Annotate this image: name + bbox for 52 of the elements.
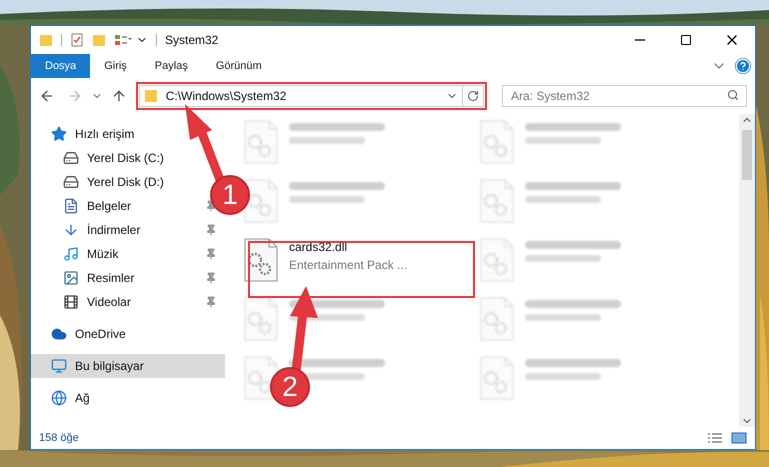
- nav-item[interactable]: Yerel Disk (D:): [31, 170, 172, 194]
- nav-icon: [51, 390, 67, 406]
- nav-icon: [63, 150, 79, 166]
- file-item[interactable]: cards32.dll Entertainment Pack ...: [243, 238, 408, 282]
- view-icon[interactable]: [114, 33, 132, 47]
- file-type: Entertainment Pack ...: [289, 257, 408, 274]
- nav-icon: [63, 222, 79, 238]
- maximize-icon[interactable]: [680, 34, 692, 46]
- nav-item[interactable]: Hızlı erişim: [31, 122, 142, 146]
- pin-icon[interactable]: [205, 272, 217, 284]
- nav-item[interactable]: OneDrive: [31, 322, 134, 346]
- large-icons-view-icon[interactable]: [731, 432, 747, 444]
- ribbon-tab[interactable]: Paylaş: [140, 54, 202, 78]
- nav-item[interactable]: Resimler: [31, 266, 142, 290]
- nav-icon: [63, 174, 79, 190]
- nav-item[interactable]: Bu bilgisayar: [31, 354, 225, 378]
- nav-icon: [51, 126, 67, 142]
- ribbon-tab[interactable]: Giriş: [90, 54, 141, 78]
- ribbon-tab[interactable]: Görünüm: [202, 54, 276, 78]
- pin-icon[interactable]: [205, 296, 217, 308]
- properties-icon[interactable]: [70, 33, 84, 47]
- nav-icon: [63, 246, 79, 262]
- scroll-thumb[interactable]: [742, 130, 752, 180]
- folder-icon: [39, 33, 53, 47]
- scrollbar[interactable]: [739, 114, 755, 427]
- ribbon-tab[interactable]: Dosya: [31, 54, 90, 78]
- up-icon[interactable]: [110, 88, 127, 104]
- item-count: 158 öğe: [39, 430, 79, 446]
- nav-icon: [63, 294, 79, 310]
- search-field[interactable]: Ara: System32: [502, 85, 747, 107]
- nav-icon: [51, 358, 67, 374]
- nav-item[interactable]: Yerel Disk (C:): [31, 146, 172, 170]
- folder-icon: [144, 89, 158, 103]
- back-icon[interactable]: [39, 88, 55, 104]
- nav-item[interactable]: Ağ: [31, 386, 98, 410]
- pin-icon[interactable]: [205, 248, 217, 260]
- file-name: cards32.dll: [289, 239, 348, 256]
- nav-icon: [63, 198, 79, 214]
- window-title: System32: [165, 32, 218, 49]
- details-view-icon[interactable]: [707, 432, 723, 444]
- nav-item[interactable]: İndirmeler: [31, 218, 148, 242]
- nav-icon: [63, 270, 79, 286]
- nav-item[interactable]: Belgeler: [31, 194, 140, 218]
- nav-item[interactable]: Müzik: [31, 242, 126, 266]
- nav-item[interactable]: Videolar: [31, 290, 139, 314]
- nav-icon: [51, 326, 67, 342]
- dll-file-icon: [243, 238, 279, 282]
- refresh-icon[interactable]: [467, 90, 479, 102]
- search-icon: [727, 89, 739, 101]
- address-bar[interactable]: C:\Windows\System32: [138, 85, 484, 107]
- help-icon[interactable]: [735, 58, 751, 74]
- pin-icon[interactable]: [205, 224, 217, 236]
